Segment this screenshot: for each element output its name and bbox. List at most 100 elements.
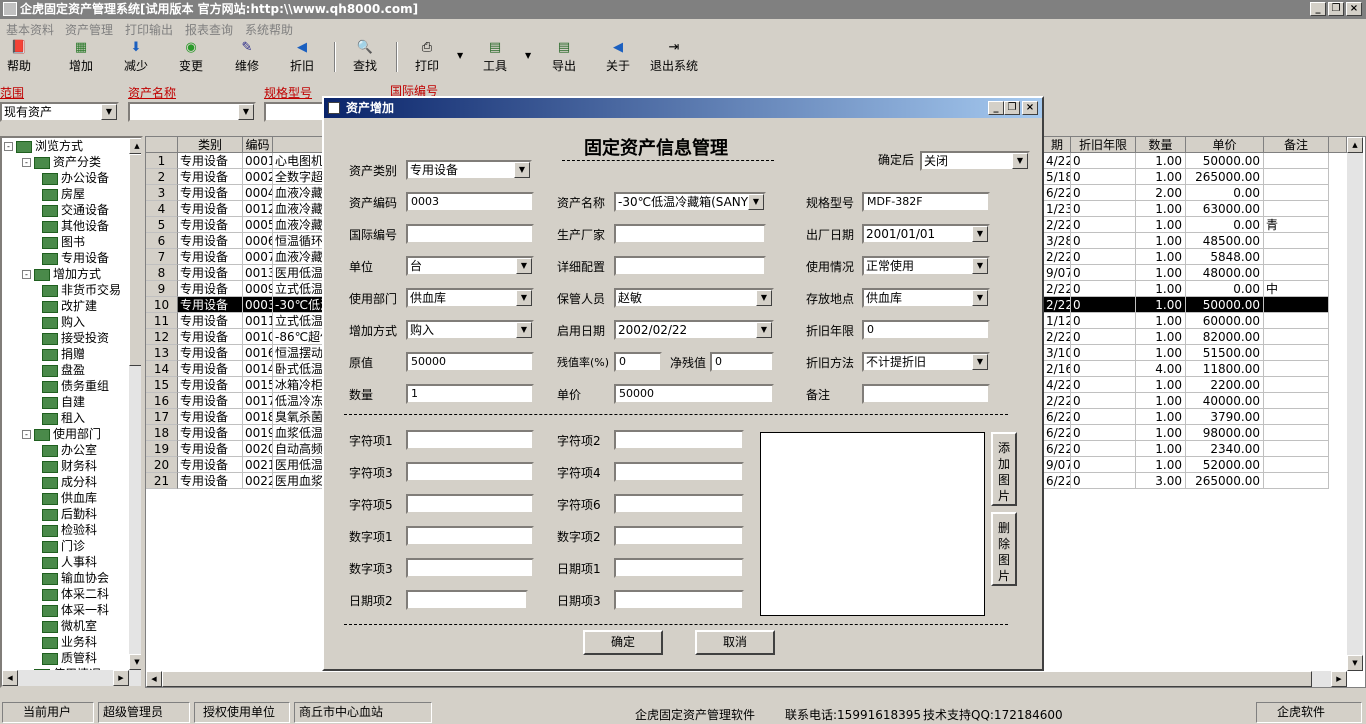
tree-node[interactable]: 自建: [40, 394, 85, 410]
row-number[interactable]: 13: [146, 345, 178, 361]
cell-name[interactable]: 心电图机: [273, 153, 323, 169]
tools-dropdown-icon[interactable]: ▼: [525, 51, 531, 60]
cell-category[interactable]: 专用设备: [178, 217, 243, 233]
row-number[interactable]: 10: [146, 297, 178, 313]
header-dep-years[interactable]: 折旧年限: [1071, 137, 1136, 153]
cell-dep-years[interactable]: 0: [1071, 201, 1136, 217]
cell-note[interactable]: [1264, 393, 1329, 409]
cell-category[interactable]: 专用设备: [178, 281, 243, 297]
cell-category[interactable]: 专用设备: [178, 393, 243, 409]
cell-price[interactable]: 48500.00: [1186, 233, 1264, 249]
cell-price[interactable]: 0.00: [1186, 217, 1264, 233]
cell-date[interactable]: 2/22: [1044, 297, 1071, 313]
row-number[interactable]: 11: [146, 313, 178, 329]
cell-date[interactable]: 6/22: [1044, 185, 1071, 201]
cell-name[interactable]: 血液冷藏: [273, 217, 323, 233]
cell-dep-years[interactable]: 0: [1071, 297, 1136, 313]
cell-price[interactable]: 11800.00: [1186, 361, 1264, 377]
scroll-right-icon[interactable]: ▶: [113, 670, 129, 686]
date-field-3-input[interactable]: [614, 590, 744, 610]
grid-vertical-scrollbar[interactable]: ▲ ▼: [1347, 137, 1363, 671]
add-method-select[interactable]: 购入 ▼: [406, 320, 534, 340]
restore-button[interactable]: ❐: [1328, 2, 1344, 16]
cell-name[interactable]: 血液冷藏: [273, 249, 323, 265]
scroll-left-icon[interactable]: ◀: [146, 671, 162, 687]
cell-qty[interactable]: 1.00: [1136, 233, 1186, 249]
tree-horizontal-scrollbar[interactable]: ◀ ▶: [2, 670, 141, 686]
cell-name[interactable]: -86℃超低: [273, 329, 323, 345]
about-button[interactable]: ◀ 关于: [603, 40, 633, 74]
dep-method-select[interactable]: 不计提折旧 ▼: [862, 352, 990, 372]
tree-node[interactable]: 业务科: [40, 634, 97, 650]
cell-code[interactable]: 0013: [243, 265, 273, 281]
cell-category[interactable]: 专用设备: [178, 441, 243, 457]
delete-image-button[interactable]: 删除图片: [991, 512, 1017, 586]
cell-code[interactable]: 0003: [243, 297, 273, 313]
cell-price[interactable]: 0.00: [1186, 281, 1264, 297]
cell-qty[interactable]: 1.00: [1136, 377, 1186, 393]
scroll-left-icon[interactable]: ◀: [2, 670, 18, 686]
date-field-2-input[interactable]: [406, 590, 528, 610]
row-number[interactable]: 7: [146, 249, 178, 265]
cell-category[interactable]: 专用设备: [178, 361, 243, 377]
scroll-up-icon[interactable]: ▲: [129, 138, 141, 154]
dialog-close-button[interactable]: ×: [1022, 101, 1038, 115]
category-select[interactable]: 专用设备 ▼: [406, 160, 532, 180]
cell-name[interactable]: -30℃低温: [273, 297, 323, 313]
chevron-down-icon[interactable]: ▼: [101, 104, 117, 120]
row-number[interactable]: 16: [146, 393, 178, 409]
cell-dep-years[interactable]: 0: [1071, 153, 1136, 169]
cell-name[interactable]: 血液冷藏: [273, 185, 323, 201]
cell-code[interactable]: 0006: [243, 233, 273, 249]
row-number[interactable]: 20: [146, 457, 178, 473]
cell-dep-years[interactable]: 0: [1071, 169, 1136, 185]
cell-name[interactable]: 卧式低温: [273, 361, 323, 377]
chevron-down-icon[interactable]: ▼: [756, 322, 772, 338]
cell-name[interactable]: 冰箱冷柜: [273, 377, 323, 393]
cell-qty[interactable]: 1.00: [1136, 345, 1186, 361]
export-button[interactable]: ▤ 导出: [549, 40, 579, 74]
header-price[interactable]: 单价: [1186, 137, 1264, 153]
string-field-1-input[interactable]: [406, 430, 534, 450]
chevron-down-icon[interactable]: ▼: [748, 194, 764, 210]
cell-note[interactable]: [1264, 249, 1329, 265]
cell-note[interactable]: [1264, 297, 1329, 313]
tree-node[interactable]: 其他设备: [40, 218, 109, 234]
config-input[interactable]: [614, 256, 766, 276]
cell-note[interactable]: [1264, 409, 1329, 425]
cell-category[interactable]: 专用设备: [178, 153, 243, 169]
cell-category[interactable]: 专用设备: [178, 377, 243, 393]
cell-date[interactable]: 2/22: [1044, 281, 1071, 297]
tree-node[interactable]: 盘盈: [40, 362, 85, 378]
string-field-5-input[interactable]: [406, 494, 534, 514]
exit-button[interactable]: ⇥ 退出系统: [648, 40, 700, 74]
cell-name[interactable]: 医用低温: [273, 457, 323, 473]
cell-note[interactable]: [1264, 201, 1329, 217]
cell-note[interactable]: [1264, 441, 1329, 457]
cell-dep-years[interactable]: 0: [1071, 249, 1136, 265]
header-name[interactable]: [273, 137, 323, 153]
cell-category[interactable]: 专用设备: [178, 233, 243, 249]
tree-node[interactable]: 图书: [40, 234, 85, 250]
tree-node[interactable]: 办公设备: [40, 170, 109, 186]
collapse-icon[interactable]: -: [22, 430, 31, 439]
cell-note[interactable]: [1264, 233, 1329, 249]
cell-code[interactable]: 0004: [243, 185, 273, 201]
number-field-2-input[interactable]: [614, 526, 744, 546]
model-input[interactable]: MDF-382F: [862, 192, 990, 212]
depreciation-button[interactable]: ◀ 折旧: [287, 40, 317, 74]
row-number[interactable]: 1: [146, 153, 178, 169]
tree-node[interactable]: 房屋: [40, 186, 85, 202]
cell-date[interactable]: 6/22: [1044, 425, 1071, 441]
cell-code[interactable]: 0017: [243, 393, 273, 409]
cell-note[interactable]: [1264, 345, 1329, 361]
tree-node[interactable]: 交通设备: [40, 202, 109, 218]
cell-date[interactable]: 2/16: [1044, 361, 1071, 377]
cell-code[interactable]: 0020: [243, 441, 273, 457]
tree-node[interactable]: 债务重组: [40, 378, 109, 394]
cell-code[interactable]: 0007: [243, 249, 273, 265]
cell-date[interactable]: 2/22: [1044, 329, 1071, 345]
row-number[interactable]: 2: [146, 169, 178, 185]
tree-node[interactable]: 供血库: [40, 490, 97, 506]
cell-price[interactable]: 82000.00: [1186, 329, 1264, 345]
